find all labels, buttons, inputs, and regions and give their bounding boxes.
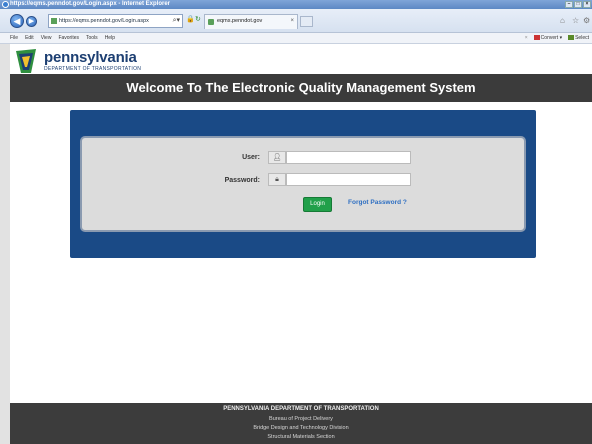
login-form: User: 👤︎ Password: 🔒︎ Login Forgot Passw… — [80, 136, 526, 232]
convert-label: Convert — [540, 35, 559, 41]
select-button[interactable]: Select — [568, 33, 589, 44]
menu-file[interactable]: File — [10, 33, 18, 44]
menu-bar: File Edit View Favorites Tools Help × Co… — [0, 33, 592, 44]
menu-tools[interactable]: Tools — [86, 33, 98, 44]
minimize-button[interactable]: – — [565, 1, 573, 8]
browser-navbar: ◀ ▶ https://eqms.penndot.gov/Login.aspx … — [0, 9, 592, 33]
footer-line-department: PENNSYLVANIA DEPARTMENT OF TRANSPORTATIO… — [223, 406, 379, 412]
home-icon[interactable]: ⌂ — [560, 16, 565, 25]
menu-edit[interactable]: Edit — [25, 33, 34, 44]
forward-button[interactable]: ▶ — [26, 16, 37, 27]
user-input[interactable] — [286, 151, 411, 164]
tab-title: eqms.penndot.gov — [217, 18, 263, 24]
user-label: User: — [242, 154, 260, 161]
pdf-convert-icon — [533, 35, 540, 41]
tools-gear-icon[interactable]: ⚙ — [583, 16, 590, 25]
penndot-keystone-logo-icon[interactable] — [14, 48, 40, 74]
address-bar[interactable]: https://eqms.penndot.gov/Login.aspx ⌕▾ — [48, 14, 183, 28]
login-button[interactable]: Login — [303, 197, 332, 212]
tab-favicon-icon — [208, 19, 214, 25]
site-favicon-icon — [51, 18, 57, 24]
convert-button[interactable]: Convert ▾ — [533, 33, 562, 44]
login-card: User: 👤︎ Password: 🔒︎ Login Forgot Passw… — [70, 110, 536, 258]
window-titlebar: https://eqms.penndot.gov/Login.aspx - In… — [0, 0, 592, 9]
refresh-icon[interactable]: ↻ — [195, 15, 201, 23]
menu-view[interactable]: View — [41, 33, 52, 44]
password-label: Password: — [224, 177, 260, 184]
footer-line-division: Bridge Design and Technology Division — [253, 425, 349, 431]
logo-subtitle: DEPARTMENT OF TRANSPORTATION — [44, 66, 142, 72]
new-tab-button[interactable] — [300, 16, 313, 27]
menu-help[interactable]: Help — [105, 33, 115, 44]
footer-line-section: Structural Materials Section — [267, 434, 335, 440]
left-margin — [0, 44, 10, 444]
forgot-password-link[interactable]: Forgot Password ? — [348, 199, 407, 206]
close-window-button[interactable]: × — [583, 1, 591, 8]
close-toolbar-icon[interactable]: × — [525, 33, 528, 44]
web-page: pennsylvania DEPARTMENT OF TRANSPORTATIO… — [10, 44, 592, 444]
favorites-star-icon[interactable]: ☆ — [572, 16, 579, 25]
user-icon: 👤︎ — [268, 151, 286, 164]
lock-icon[interactable]: 🔒 — [186, 15, 195, 23]
search-dropdown-icon[interactable]: ⌕▾ — [173, 17, 180, 25]
logo-bar: pennsylvania DEPARTMENT OF TRANSPORTATIO… — [10, 44, 592, 74]
menu-favorites[interactable]: Favorites — [58, 33, 79, 44]
back-button[interactable]: ◀ — [10, 14, 24, 28]
maximize-button[interactable]: □ — [574, 1, 582, 8]
address-text: https://eqms.penndot.gov/Login.aspx — [59, 18, 149, 24]
select-icon — [568, 35, 575, 41]
ie-logo-icon — [2, 1, 9, 8]
close-tab-icon[interactable]: × — [290, 15, 294, 28]
browser-tab[interactable]: eqms.penndot.gov × — [204, 14, 298, 29]
footer-line-bureau: Bureau of Project Delivery — [269, 416, 333, 422]
password-input[interactable] — [286, 173, 411, 186]
window-title: https://eqms.penndot.gov/Login.aspx - In… — [10, 1, 171, 7]
lock-icon: 🔒︎ — [268, 173, 286, 186]
logo-title: pennsylvania — [44, 49, 137, 66]
select-label: Select — [575, 35, 589, 41]
page-footer: PENNSYLVANIA DEPARTMENT OF TRANSPORTATIO… — [10, 403, 592, 444]
window-controls: – □ × — [565, 1, 591, 8]
welcome-banner: Welcome To The Electronic Quality Manage… — [10, 74, 592, 102]
